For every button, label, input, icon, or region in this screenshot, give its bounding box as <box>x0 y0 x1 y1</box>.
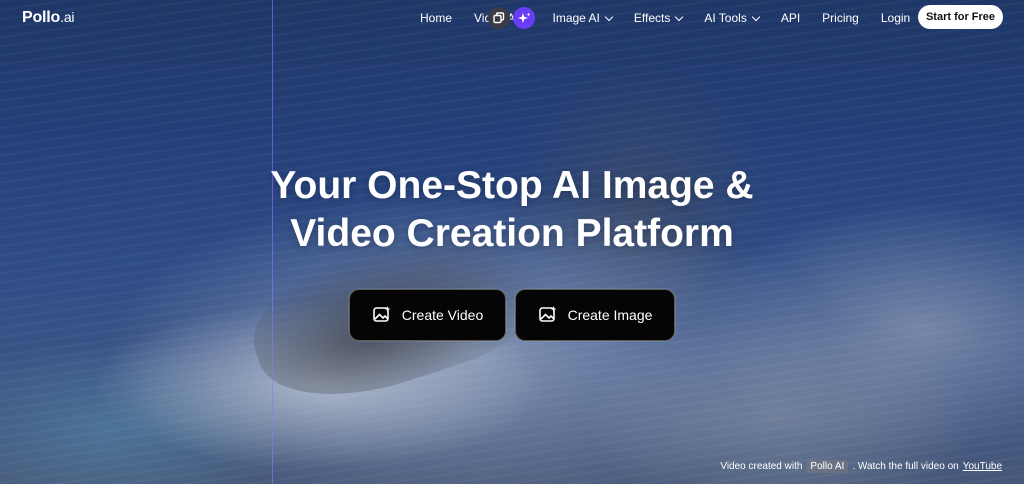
nav-item-label: AI Tools <box>704 11 747 25</box>
chevron-down-icon <box>604 12 614 21</box>
nav-item-login[interactable]: Login <box>881 11 910 25</box>
video-credit: Video created with Pollo AI . Watch the … <box>720 460 1002 473</box>
create-video-button[interactable]: Create Video <box>349 289 506 341</box>
headline-line-2: Video Creation Platform <box>290 212 734 255</box>
nav-item-label: Image AI <box>552 11 600 25</box>
headline-line-1: Your One-Stop AI Image & <box>270 164 754 207</box>
start-for-free-button[interactable]: Start for Free <box>918 5 1003 29</box>
brand-name: Pollo <box>22 9 61 26</box>
nav-item-label: Login <box>880 11 911 25</box>
top-nav: Pollo.ai Home Video AI Image AI Effects … <box>0 0 1024 36</box>
nav-item-home[interactable]: Home <box>420 11 452 25</box>
brand-logo[interactable]: Pollo.ai <box>22 9 75 27</box>
floating-tool-icons <box>488 7 538 29</box>
chevron-down-icon <box>675 12 684 21</box>
credit-tag: Pollo AI <box>806 460 849 473</box>
youtube-link[interactable]: YouTube <box>963 461 1002 472</box>
create-image-label: Create Image <box>567 307 653 323</box>
credit-prefix: Video created with <box>720 461 803 472</box>
hero-headline: Your One-Stop AI Image & Video Creation … <box>0 162 1024 258</box>
nav-item-label: Effects <box>633 11 671 25</box>
chevron-down-icon <box>751 12 761 21</box>
sparkle-icon[interactable] <box>513 7 535 29</box>
create-video-label: Create Video <box>401 307 484 323</box>
hero-cta-row: Create Video Create Image <box>349 289 675 341</box>
nav-item-effects[interactable]: Effects <box>633 11 684 25</box>
hero-section: Pollo.ai Home Video AI Image AI Effects … <box>0 0 1024 484</box>
brand-suffix: .ai <box>60 9 75 25</box>
nav-item-image-ai[interactable]: Image AI <box>552 11 614 25</box>
image-sparkle-icon <box>372 306 391 322</box>
nav-item-pricing[interactable]: Pricing <box>822 11 859 25</box>
image-sparkle-icon <box>538 306 557 322</box>
nav-item-api[interactable]: API <box>781 11 800 25</box>
nav-item-label: API <box>780 11 801 25</box>
copy-icon[interactable] <box>488 7 510 29</box>
nav-item-label: Pricing <box>822 11 859 25</box>
nav-item-ai-tools[interactable]: AI Tools <box>704 11 761 25</box>
create-image-button[interactable]: Create Image <box>515 289 675 341</box>
nav-item-label: Home <box>420 11 453 25</box>
credit-middle: . Watch the full video on <box>852 461 959 472</box>
